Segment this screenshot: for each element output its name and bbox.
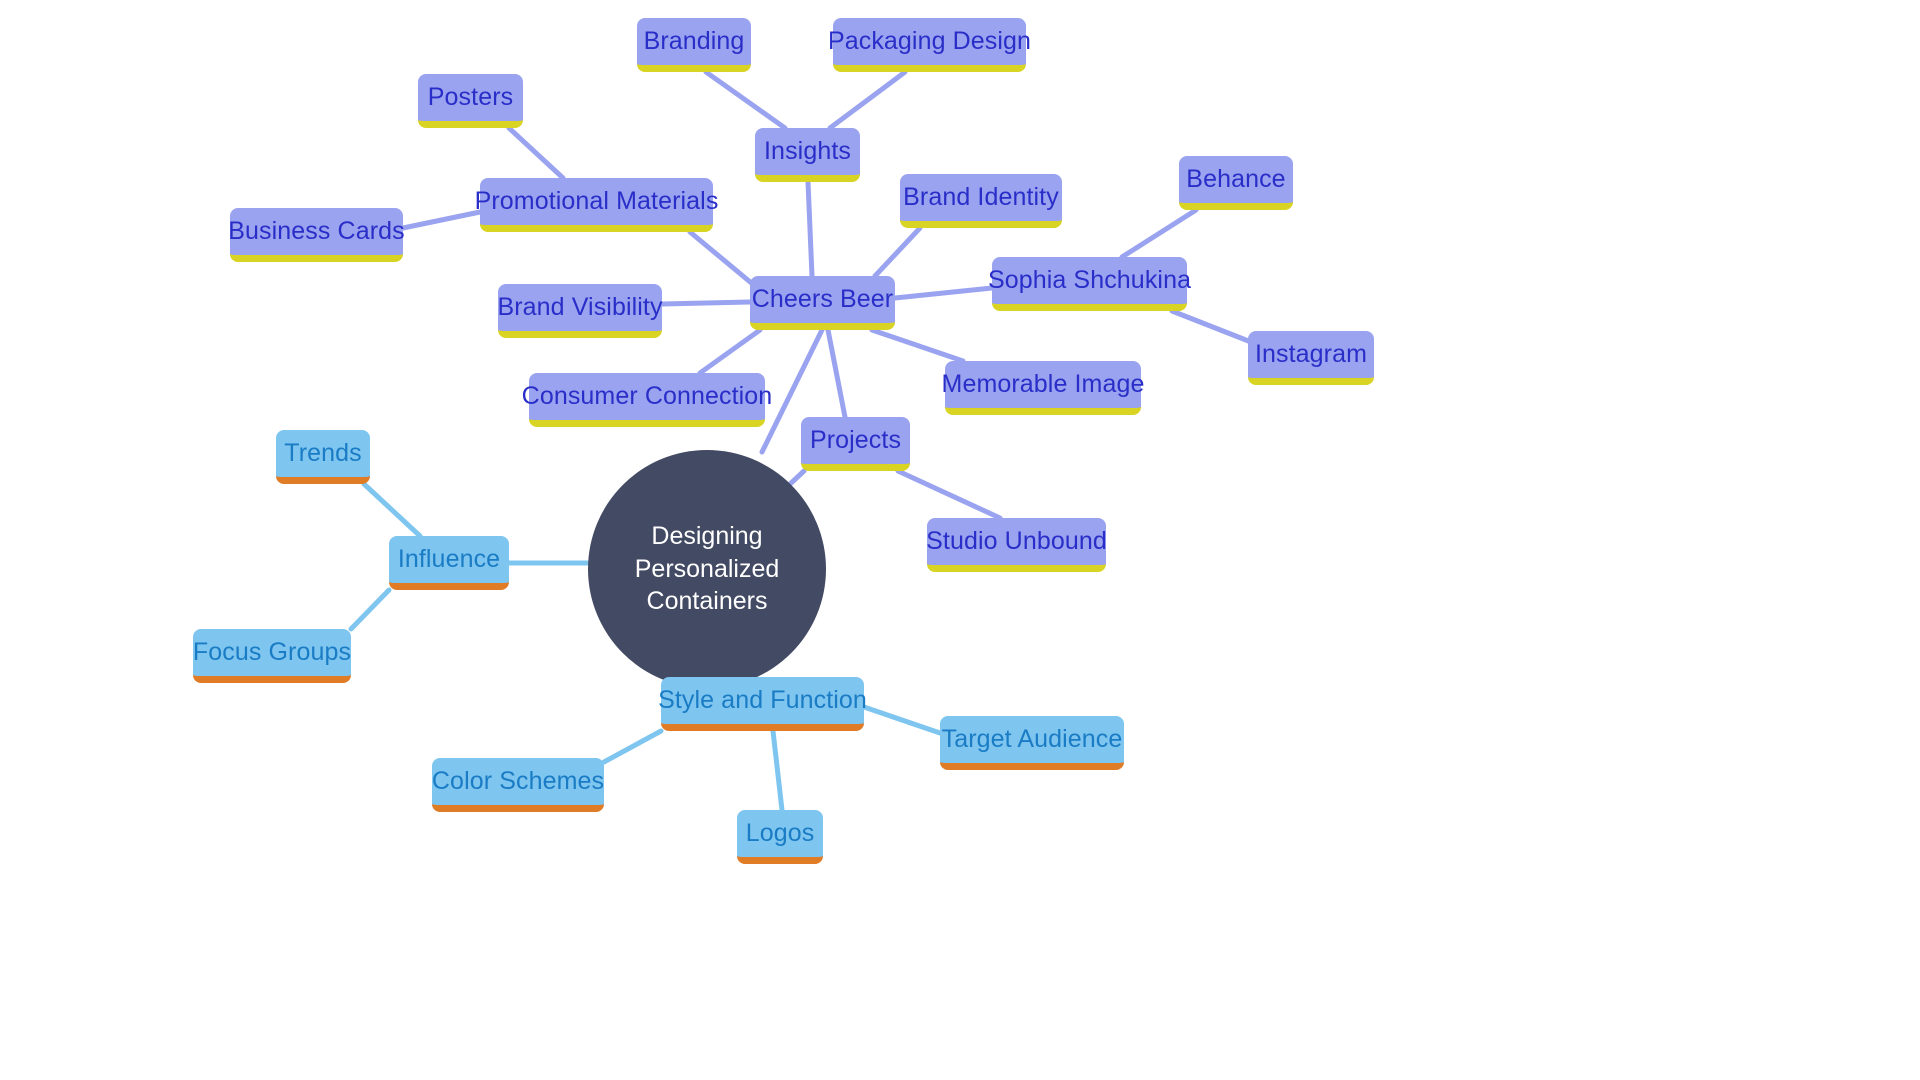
- node-insights[interactable]: Insights: [755, 128, 860, 182]
- node-focus-groups[interactable]: Focus Groups: [193, 629, 351, 683]
- edge-cheers-beer-to-memorable-image: [869, 327, 966, 364]
- node-brand-identity[interactable]: Brand Identity: [900, 174, 1062, 228]
- node-color-schemes[interactable]: Color Schemes: [432, 758, 604, 812]
- node-label-influence: Influence: [397, 544, 501, 573]
- edge-style-and-function-to-logos: [770, 728, 785, 813]
- node-label-target-audience: Target Audience: [941, 724, 1123, 753]
- edge-cheers-beer-to-consumer-connection: [697, 327, 763, 376]
- edge-cheers-beer-to-brand-visibility: [659, 299, 753, 307]
- node-label-color-schemes: Color Schemes: [431, 766, 605, 795]
- node-packaging-design[interactable]: Packaging Design: [828, 18, 1031, 72]
- edge-promotional-materials-to-business-cards: [400, 209, 483, 231]
- edge-sophia-shchukina-to-instagram: [1169, 308, 1254, 345]
- node-label-cheers-beer: Cheers Beer: [751, 284, 894, 313]
- edge-promotional-materials-to-posters: [506, 125, 566, 181]
- edge-style-and-function-to-target-audience: [861, 704, 943, 736]
- edge-sophia-shchukina-to-behance: [1119, 207, 1199, 260]
- node-label-insights: Insights: [764, 136, 851, 165]
- node-posters[interactable]: Posters: [418, 74, 523, 128]
- node-label-behance: Behance: [1186, 164, 1286, 193]
- node-label-sophia-shchukina: Sophia Shchukina: [987, 265, 1192, 294]
- node-label-instagram: Instagram: [1254, 339, 1368, 368]
- node-studio-unbound[interactable]: Studio Unbound: [926, 518, 1107, 572]
- node-instagram[interactable]: Instagram: [1248, 331, 1374, 385]
- edge-style-and-function-to-color-schemes: [601, 728, 664, 765]
- node-brand-visibility[interactable]: Brand Visibility: [497, 284, 663, 338]
- node-label-trends: Trends: [284, 438, 362, 467]
- node-logos[interactable]: Logos: [737, 810, 823, 864]
- node-trends[interactable]: Trends: [276, 430, 370, 484]
- node-promotional-materials[interactable]: Promotional Materials: [475, 178, 718, 232]
- node-behance[interactable]: Behance: [1179, 156, 1293, 210]
- node-branding[interactable]: Branding: [637, 18, 751, 72]
- node-label-packaging-design: Packaging Design: [827, 26, 1032, 55]
- node-memorable-image[interactable]: Memorable Image: [942, 361, 1144, 415]
- edge-projects-to-studio-unbound: [895, 468, 1003, 521]
- node-label-logos: Logos: [745, 818, 815, 847]
- node-label-business-cards: Business Cards: [228, 216, 405, 245]
- edge-influence-to-trends: [361, 481, 423, 539]
- center-node-label-line2: Containers: [646, 587, 768, 616]
- center-node[interactable]: Designing Personalized Containers: [588, 450, 826, 688]
- mind-map-canvas: Designing Personalized Containers Branding…: [0, 0, 1920, 1080]
- node-target-audience[interactable]: Target Audience: [940, 716, 1124, 770]
- edge-cheers-beer-to-promotional-materials: [687, 229, 758, 289]
- node-label-focus-groups: Focus Groups: [192, 637, 352, 666]
- node-projects[interactable]: Projects: [801, 417, 910, 471]
- node-business-cards[interactable]: Business Cards: [228, 208, 405, 262]
- edge-cheers-beer-to-projects: [825, 327, 848, 420]
- node-label-promotional-materials: Promotional Materials: [474, 186, 719, 215]
- edge-cheers-beer-to-brand-identity: [872, 225, 923, 279]
- node-label-branding: Branding: [643, 26, 745, 55]
- node-style-and-function[interactable]: Style and Function: [658, 677, 867, 731]
- node-label-brand-identity: Brand Identity: [903, 182, 1059, 211]
- node-sophia-shchukina[interactable]: Sophia Shchukina: [988, 257, 1191, 311]
- node-consumer-connection[interactable]: Consumer Connection: [522, 373, 772, 427]
- edge-cheers-beer-to-sophia-shchukina: [892, 285, 995, 301]
- node-label-style-and-function: Style and Function: [658, 685, 867, 714]
- node-influence[interactable]: Influence: [389, 536, 509, 590]
- node-label-memorable-image: Memorable Image: [941, 369, 1145, 398]
- edge-insights-to-packaging-design: [827, 69, 908, 131]
- edge-insights-to-branding: [703, 69, 788, 131]
- edge-cheers-beer-to-insights: [805, 179, 815, 279]
- center-node-label-line1: Designing Personalized: [634, 522, 780, 583]
- node-label-studio-unbound: Studio Unbound: [926, 526, 1107, 555]
- edge-influence-to-focus-groups: [348, 587, 392, 632]
- node-cheers-beer[interactable]: Cheers Beer: [750, 276, 895, 330]
- node-label-brand-visibility: Brand Visibility: [497, 292, 663, 321]
- node-label-posters: Posters: [427, 82, 514, 111]
- node-label-projects: Projects: [809, 425, 902, 454]
- node-label-consumer-connection: Consumer Connection: [521, 381, 773, 410]
